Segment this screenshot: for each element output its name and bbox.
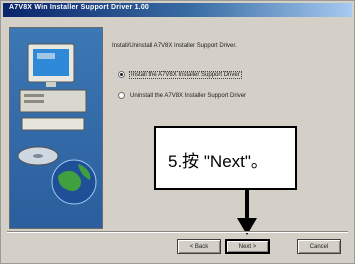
- install-option[interactable]: Install the A7V8X Installer Support Driv…: [118, 70, 242, 79]
- install-radio[interactable]: [118, 71, 125, 78]
- button-separator: [7, 231, 348, 233]
- uninstall-option-label[interactable]: Uninstall the A7V8X Installer Support Dr…: [130, 93, 246, 99]
- prompt-text: Install/Uninstall A7V8X Installer Suppor…: [112, 43, 237, 49]
- title-bar[interactable]: A7V8X Win Installer Support Driver 1.00: [3, 3, 352, 17]
- next-button[interactable]: Next >: [225, 239, 270, 254]
- back-button[interactable]: < Back: [177, 239, 221, 254]
- window-title: A7V8X Win Installer Support Driver 1.00: [9, 4, 150, 11]
- uninstall-option[interactable]: Uninstall the A7V8X Installer Support Dr…: [118, 92, 246, 99]
- install-option-label[interactable]: Install the A7V8X Installer Support Driv…: [129, 70, 242, 79]
- installer-dialog: A7V8X Win Installer Support Driver 1.00 …: [0, 0, 355, 264]
- uninstall-radio[interactable]: [118, 92, 125, 99]
- wizard-image: [9, 27, 103, 229]
- arrow-down-icon: [237, 190, 257, 235]
- cancel-button[interactable]: Cancel: [297, 239, 341, 254]
- computer-illustration-icon: [17, 43, 97, 205]
- callout-text: 5.按 "Next"。: [168, 152, 268, 171]
- instruction-callout: 5.按 "Next"。: [154, 126, 297, 190]
